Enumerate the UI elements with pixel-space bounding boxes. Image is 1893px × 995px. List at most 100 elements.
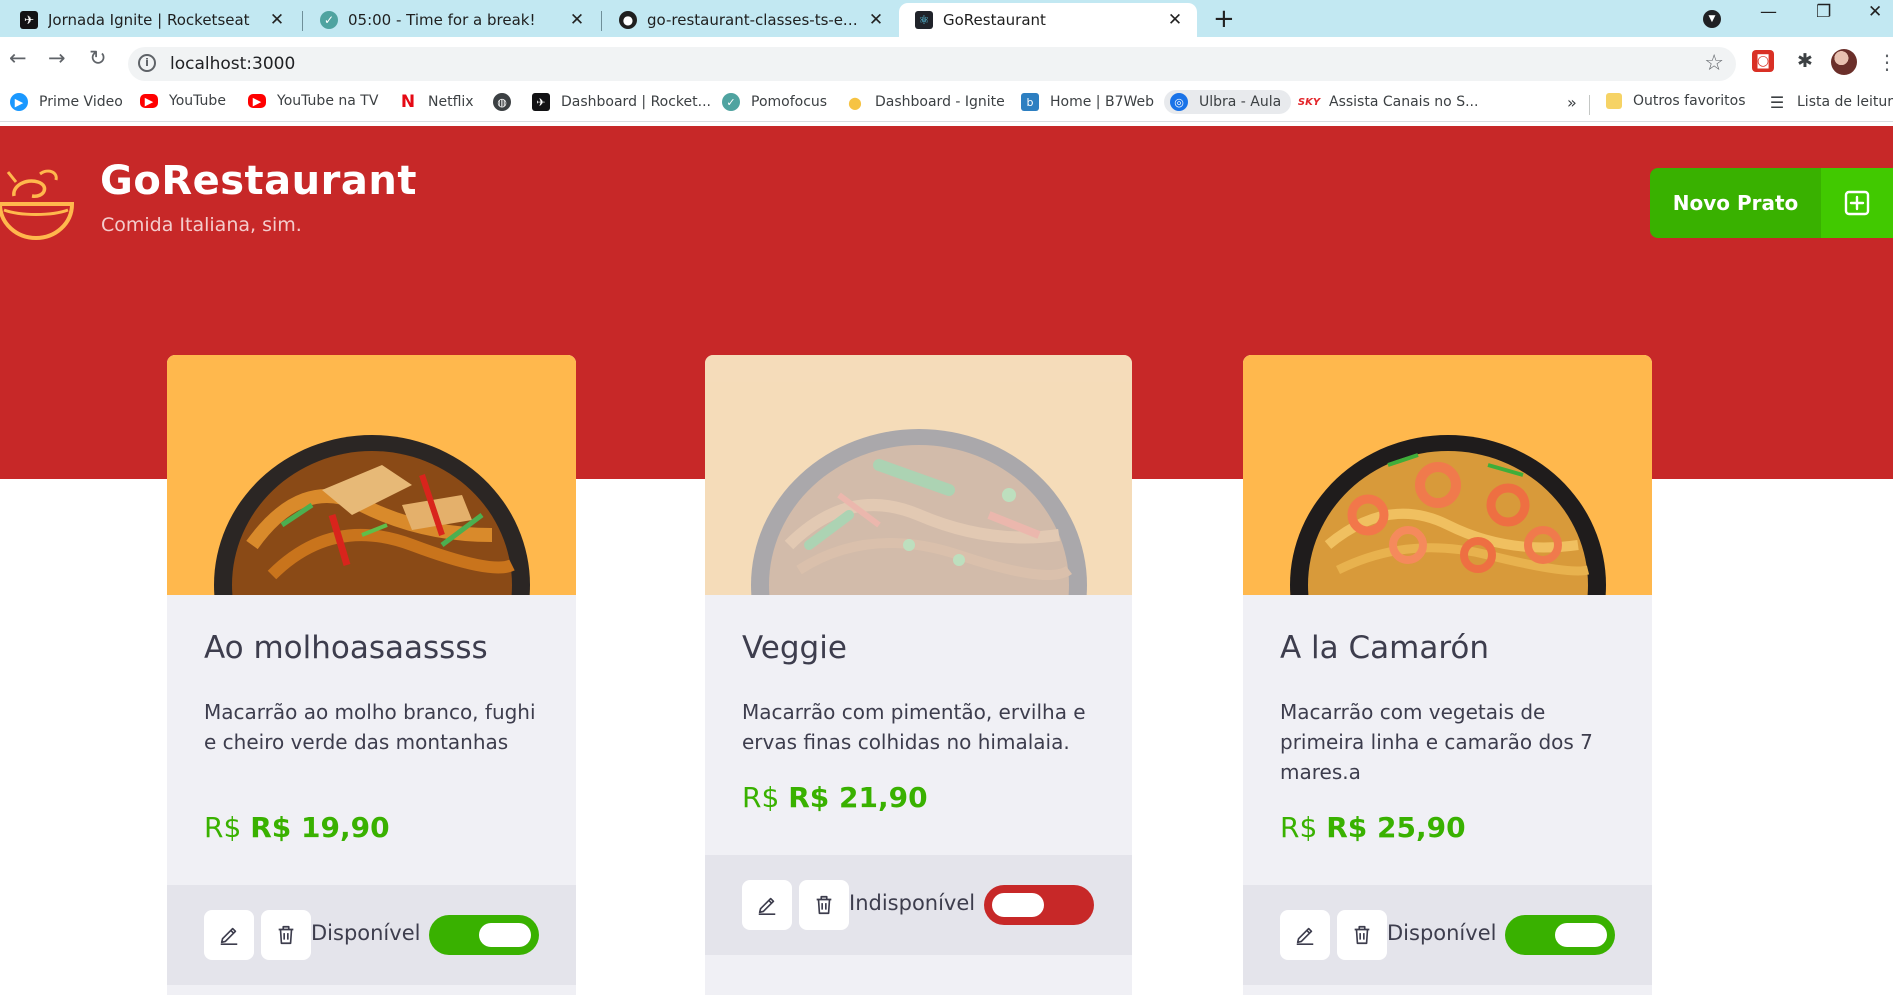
bookmark-sky[interactable]: SKY Assista Canais no S... (1298, 93, 1479, 111)
bookmarks-bar: ▶ Prime Video ▶ YouTube ▶ YouTube na TV … (0, 86, 1893, 122)
pencil-icon (758, 897, 776, 915)
bookmark-label: Dashboard | Rocket... (561, 94, 711, 110)
edit-button[interactable] (1280, 910, 1330, 960)
trash-icon (278, 925, 294, 945)
food-price: R$ R$ 19,90 (204, 811, 390, 844)
new-dish-label: Novo Prato (1672, 191, 1799, 215)
availability-toggle[interactable] (984, 885, 1094, 925)
food-name: Ao molhoasaassss (204, 630, 488, 666)
bookmark-globe[interactable]: ◍ (493, 93, 522, 111)
food-description: Macarrão com vegetais de primeira linha … (1280, 700, 1593, 784)
bookmark-label: Pomofocus (751, 94, 828, 110)
tab-pomofocus[interactable]: ✓ 05:00 - Time for a break! ✕ (304, 3, 599, 37)
delete-button[interactable] (799, 880, 849, 930)
reading-list-icon: ☰ (1769, 92, 1785, 112)
availability-label: Disponível (311, 921, 421, 945)
ulbra-icon: ◎ (1170, 93, 1188, 111)
close-window-icon[interactable]: ✕ (1868, 2, 1882, 22)
pomofocus-check-icon: ✓ (320, 11, 338, 29)
bookmark-label: Ulbra - Aula (1199, 94, 1282, 110)
bookmark-star-icon[interactable]: ☆ (1704, 51, 1724, 76)
price-currency: R$ (204, 811, 242, 844)
tab-title: go-restaurant-classes-ts-extra-challenge (647, 11, 858, 29)
tab-github[interactable]: ● go-restaurant-classes-ts-extra-challen… (603, 3, 898, 37)
price-value: R$ 25,90 (1326, 811, 1466, 844)
close-tab-icon[interactable]: ✕ (267, 10, 287, 30)
prime-video-icon: ▶ (10, 93, 28, 111)
new-tab-icon[interactable]: + (1213, 4, 1235, 34)
availability-label: Indisponível (849, 891, 976, 915)
bookmark-label: YouTube na TV (277, 93, 379, 109)
bookmark-prime-video[interactable]: ▶ Prime Video (10, 93, 123, 111)
profile-avatar[interactable] (1831, 49, 1857, 75)
price-currency: R$ (742, 781, 780, 814)
restore-icon[interactable]: ❐ (1816, 2, 1831, 22)
food-price: R$ R$ 21,90 (742, 781, 928, 814)
close-tab-icon[interactable]: ✕ (1165, 10, 1185, 30)
availability-toggle[interactable] (1505, 915, 1615, 955)
react-icon: ⚛ (915, 11, 933, 29)
b7web-icon: b (1021, 93, 1039, 111)
edit-button[interactable] (742, 880, 792, 930)
bookmark-other-folder[interactable]: Outros favoritos (1606, 93, 1746, 109)
tab-separator (302, 11, 303, 31)
extension-icon[interactable]: ◙ (1752, 50, 1774, 72)
trash-icon (1354, 925, 1370, 945)
toggle-knob (479, 923, 531, 947)
youtube-icon: ▶ (248, 94, 266, 108)
minimize-icon[interactable]: — (1760, 2, 1777, 22)
availability-toggle[interactable] (429, 915, 539, 955)
price-currency: R$ (1280, 811, 1318, 844)
food-card: Ao molhoasaassss Macarrão ao molho branc… (167, 355, 576, 995)
bookmark-netflix[interactable]: N Netflix (399, 92, 474, 112)
tab-rocketseat[interactable]: ✈ Jornada Ignite | Rocketseat ✕ (4, 3, 299, 37)
folder-icon (1606, 93, 1622, 109)
bookmark-dashboard-ignite[interactable]: ● Dashboard - Ignite (846, 93, 1005, 112)
food-image (705, 355, 1132, 595)
trash-icon (816, 895, 832, 915)
food-name: A la Camarón (1280, 630, 1490, 666)
bookmark-ulbra[interactable]: ◎ Ulbra - Aula (1164, 90, 1292, 114)
github-icon: ● (619, 11, 637, 29)
forward-icon[interactable]: → (48, 46, 66, 70)
back-icon[interactable]: ← (9, 46, 27, 70)
site-info-icon[interactable]: i (138, 54, 156, 72)
food-card-footer: Indisponível (705, 855, 1132, 955)
price-value: R$ 21,90 (788, 781, 928, 814)
pencil-icon (220, 927, 238, 945)
bookmark-dashboard-rocketseat[interactable]: ✈ Dashboard | Rocket... (532, 93, 711, 111)
delete-button[interactable] (1337, 910, 1387, 960)
bowl-logo-icon (0, 169, 75, 241)
plus-square-icon (1821, 168, 1893, 238)
brand-title: GoRestaurant (100, 158, 417, 204)
tab-separator (601, 11, 602, 31)
extensions-puzzle-icon[interactable]: ✱ (1794, 50, 1816, 72)
netflix-icon: N (400, 92, 416, 112)
bookmark-youtube[interactable]: ▶ YouTube (140, 93, 226, 109)
new-dish-button[interactable]: Novo Prato (1650, 168, 1893, 238)
food-card-footer: Disponível (1243, 885, 1652, 985)
bookmark-b7web[interactable]: b Home | B7Web (1021, 93, 1154, 111)
close-tab-icon[interactable]: ✕ (866, 10, 886, 30)
close-tab-icon[interactable]: ✕ (567, 10, 587, 30)
reload-icon[interactable]: ↻ (89, 46, 107, 70)
browser-menu-icon[interactable]: ⋮ (1877, 50, 1893, 74)
tab-title: GoRestaurant (943, 11, 1046, 29)
price-value: R$ 19,90 (250, 811, 390, 844)
app-page: GoRestaurant Comida Italiana, sim. Novo … (0, 126, 1893, 995)
delete-button[interactable] (261, 910, 311, 960)
bookmark-label: Lista de leitura (1797, 94, 1893, 110)
food-card: Veggie Macarrão com pimentão, ervilha e … (705, 355, 1132, 995)
bookmark-pomofocus[interactable]: ✓ Pomofocus (722, 93, 827, 111)
reading-list[interactable]: ☰ Lista de leitura (1768, 92, 1893, 112)
url-text[interactable]: localhost:3000 (170, 54, 295, 74)
tab-search-icon[interactable]: ▼ (1703, 10, 1721, 28)
bookmark-youtube-tv[interactable]: ▶ YouTube na TV (248, 93, 378, 109)
edit-button[interactable] (204, 910, 254, 960)
bookmarks-overflow-icon[interactable]: » (1567, 93, 1577, 112)
address-bar[interactable]: i localhost:3000 ☆ (128, 47, 1736, 81)
rocketseat-icon: ✈ (532, 93, 550, 111)
food-card: A la Camarón Macarrão com vegetais de pr… (1243, 355, 1652, 995)
tab-gorestaurant[interactable]: ⚛ GoRestaurant ✕ (899, 3, 1197, 37)
bookmark-label: Outros favoritos (1633, 93, 1746, 109)
